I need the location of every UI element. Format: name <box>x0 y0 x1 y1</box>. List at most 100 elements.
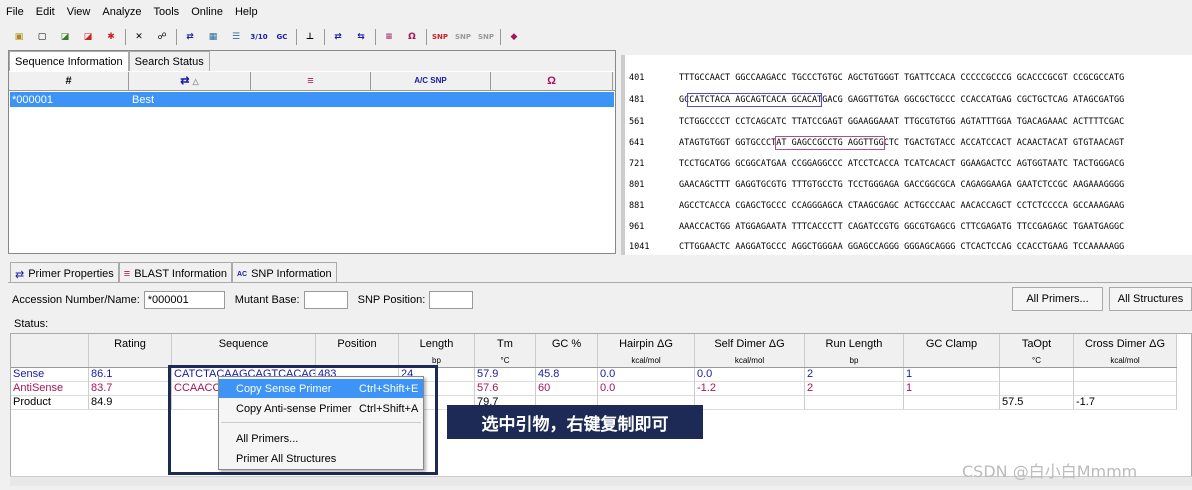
column-header[interactable]: TaOpt °C <box>1000 334 1074 367</box>
column-header[interactable]: Run Length bp <box>805 334 904 367</box>
menu-bar: File Edit View Analyze Tools Online Help <box>0 0 1192 25</box>
menu-item-copy-antisense-primer[interactable]: Copy Anti-sense Primer Ctrl+Shift+A <box>219 399 423 418</box>
column-omega-icon[interactable]: Ω <box>491 72 613 90</box>
top-tab-row: Sequence Information Search Status <box>9 51 615 71</box>
column-lines-icon[interactable]: ≡ <box>251 72 371 90</box>
tab-label: Primer Properties <box>28 268 114 280</box>
tab-primer-properties[interactable]: ⇄ Primer Properties <box>10 262 119 282</box>
row-label: Product <box>11 396 89 410</box>
tab-label: SNP Information <box>251 268 332 280</box>
close-icon[interactable]: ✕ <box>130 28 148 46</box>
toolbar-separator <box>375 29 376 45</box>
row-label: AntiSense <box>11 382 89 396</box>
all-primers-button[interactable]: All Primers... <box>1012 287 1103 311</box>
forward-reverse-icon[interactable]: ⇄ <box>329 28 347 46</box>
swap-arrows-icon[interactable]: ⇄ <box>181 28 199 46</box>
snp2-icon[interactable]: SNP <box>431 28 449 46</box>
row-status: Best <box>132 93 155 106</box>
gc-icon[interactable]: GC <box>273 28 291 46</box>
primer-pair-icon[interactable]: ⇆ <box>352 28 370 46</box>
column-primer-pair-icon[interactable]: ⇄ △ <box>129 72 251 90</box>
column-header[interactable]: Self Dimer ΔG kcal/mol <box>695 334 805 367</box>
taopt-cell <box>1000 368 1074 382</box>
omega-icon[interactable]: Ω <box>403 28 421 46</box>
accession-row: Accession Number/Name: *000001 Mutant Ba… <box>12 291 474 309</box>
sequence-text: TTTGCCAACT GGCCAAGACC TGCCCTGTGC AGCTGTG… <box>679 73 1125 83</box>
mutant-base-field[interactable] <box>303 291 348 309</box>
sequence-text: TCTGGCCCCT CCTCAGCATC TTATCCGAGT GGAAGGA… <box>679 117 1125 127</box>
table-header: Rating Sequence Position Length bp Tm °C G… <box>11 334 1177 368</box>
cross-dimer-cell <box>1074 368 1177 382</box>
snp-position-field[interactable] <box>429 291 474 309</box>
sequence-view: 401 TTTGCCAACT GGCCAAGACC TGCCCTGTGC AGCT… <box>625 55 1192 255</box>
accession-field[interactable]: *000001 <box>143 291 225 309</box>
diamond-icon[interactable]: ◆ <box>505 28 523 46</box>
binoculars-icon[interactable]: ☍ <box>153 28 171 46</box>
sequence-position: 561 <box>629 117 645 127</box>
new-file-icon[interactable]: ▢ <box>33 28 51 46</box>
snp-icon: AC <box>236 270 248 278</box>
snp-check-icon[interactable]: SNP <box>477 28 495 46</box>
open-gb-icon[interactable]: ◪ <box>79 28 97 46</box>
gc-clamp-cell: 1 <box>904 368 1000 382</box>
menu-edit[interactable]: Edit <box>30 0 61 25</box>
list-icon[interactable]: ☰ <box>227 28 245 46</box>
sequence-position: 481 <box>629 95 645 105</box>
gc-cell: 45.8 <box>536 368 598 382</box>
column-header[interactable] <box>11 334 89 367</box>
column-header[interactable]: Tm °C <box>475 334 536 367</box>
sequence-position: 1041 <box>629 242 650 252</box>
snp-cross-icon[interactable]: SNP <box>454 28 472 46</box>
column-header[interactable]: Length bp <box>399 334 475 367</box>
taopt-cell <box>1000 382 1074 396</box>
new-folder-icon[interactable]: ▣ <box>10 28 28 46</box>
tab-snp-information[interactable]: AC SNP Information <box>231 262 337 282</box>
sense-primer-highlight <box>687 93 822 107</box>
snp-icon[interactable]: ✱ <box>102 28 120 46</box>
tab-sequence-information[interactable]: Sequence Information <box>9 51 129 71</box>
column-header[interactable]: GC Clamp <box>904 334 1000 367</box>
3-10-icon[interactable]: 3/10 <box>250 28 268 46</box>
row-id: *000001 <box>12 93 53 106</box>
column-header[interactable]: Position <box>316 334 399 367</box>
menu-file[interactable]: File <box>0 0 30 25</box>
menu-item-copy-sense-primer[interactable]: Copy Sense Primer Ctrl+Shift+E <box>219 379 423 398</box>
menu-item-primer-all-structures[interactable]: Primer All Structures <box>219 449 423 468</box>
row-label: Sense <box>11 368 89 382</box>
menu-tools[interactable]: Tools <box>148 0 186 25</box>
column-header[interactable]: Cross Dimer ΔG kcal/mol <box>1074 334 1177 367</box>
annotation-callout: 选中引物，右键复制即可 <box>447 405 703 439</box>
menu-item-all-primers[interactable]: All Primers... <box>219 429 423 448</box>
status-label: Status: <box>14 318 49 330</box>
hairpin-cell: 0.0 <box>598 382 695 396</box>
column-header[interactable]: GC % <box>536 334 598 367</box>
context-menu: Copy Sense Primer Ctrl+Shift+E Copy Anti-… <box>218 376 424 470</box>
column-header[interactable]: Sequence <box>172 334 316 367</box>
antisense-primer-highlight <box>775 136 885 150</box>
bottom-tab-row: ⇄ Primer Properties ≡ BLAST Information AC… <box>10 262 337 282</box>
chart-icon[interactable]: ▦ <box>204 28 222 46</box>
column-header[interactable]: Rating <box>89 334 172 367</box>
menu-online[interactable]: Online <box>185 0 229 25</box>
tab-label: BLAST Information <box>134 268 227 280</box>
sequence-row-selected[interactable]: *000001 Best <box>10 92 614 107</box>
tab-search-status[interactable]: Search Status <box>128 51 210 71</box>
lines-icon: ≡ <box>123 268 131 280</box>
all-structures-button[interactable]: All Structures <box>1109 287 1192 311</box>
tree-icon[interactable]: ⊥ <box>301 28 319 46</box>
toolbar-separator <box>500 29 501 45</box>
column-header[interactable]: Hairpin ΔG kcal/mol <box>598 334 695 367</box>
menu-help[interactable]: Help <box>229 0 264 25</box>
lines-icon[interactable]: ≡ <box>380 28 398 46</box>
run-length-cell <box>805 396 904 410</box>
tab-blast-information[interactable]: ≡ BLAST Information <box>118 262 232 282</box>
sequence-position: 881 <box>629 201 645 211</box>
menu-analyze[interactable]: Analyze <box>96 0 147 25</box>
open-icon[interactable]: ◪ <box>56 28 74 46</box>
primer-pair-icon: ⇄ <box>15 268 25 281</box>
run-length-cell: 2 <box>805 368 904 382</box>
sequence-position: 961 <box>629 222 645 232</box>
column-snp-icon[interactable]: A/C SNP <box>371 72 491 90</box>
column-number[interactable]: # <box>9 72 129 90</box>
menu-view[interactable]: View <box>61 0 97 25</box>
